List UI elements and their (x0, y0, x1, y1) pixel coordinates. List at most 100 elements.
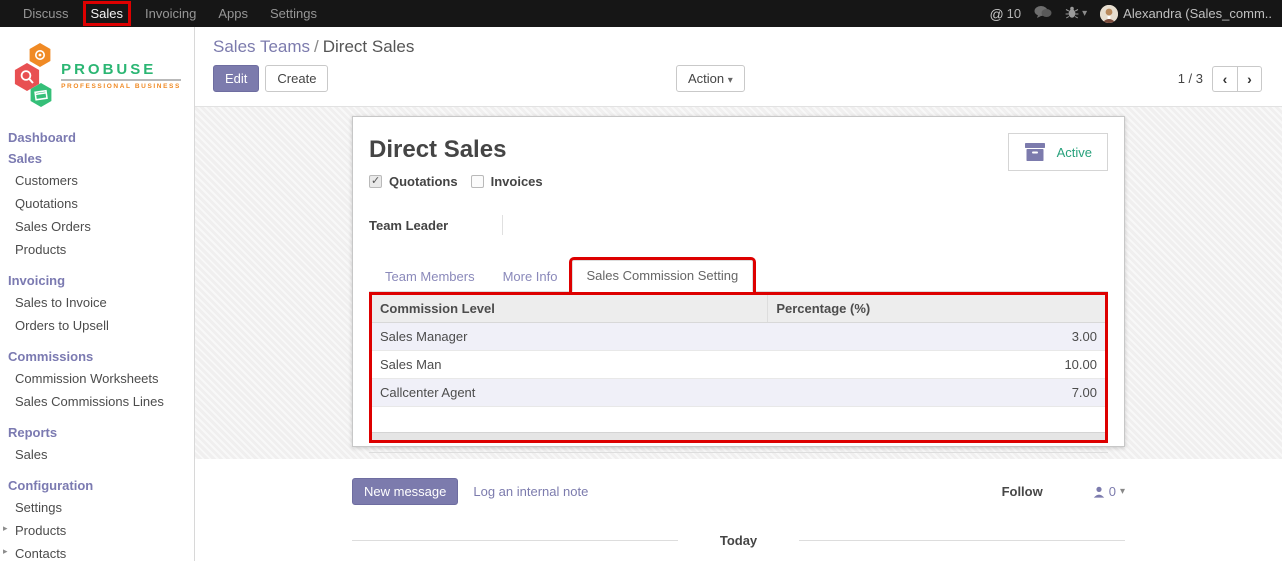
nav-item-settings[interactable]: Settings (259, 0, 328, 27)
tab-team-members[interactable]: Team Members (371, 262, 489, 292)
mention-count: 10 (1007, 6, 1021, 21)
sidebar-item-orders-to-upsell[interactable]: Orders to Upsell (0, 314, 194, 337)
debug-menu-button[interactable]: ▾ (1065, 6, 1087, 22)
chat-icon[interactable] (1034, 5, 1052, 22)
followers-button[interactable]: 0 ▾ (1093, 484, 1125, 499)
logo-title: PROBUSE (61, 61, 181, 81)
empty-cell (768, 407, 1105, 432)
new-message-button[interactable]: New message (352, 478, 458, 505)
sidebar-item-commission-worksheets[interactable]: Commission Worksheets (0, 367, 194, 390)
quotations-checkbox[interactable] (369, 175, 382, 188)
sheet-divider (369, 452, 1108, 453)
pager-next-button[interactable]: › (1237, 66, 1262, 92)
cell-commission-level[interactable]: Sales Man (372, 351, 768, 379)
nav-item-discuss[interactable]: Discuss (12, 0, 80, 27)
user-menu[interactable]: Alexandra (Sales_comm.. (1100, 5, 1272, 23)
record-title: Direct Sales (369, 136, 1108, 164)
sidebar-item-settings[interactable]: Settings (0, 496, 194, 519)
tab-more-info[interactable]: More Info (489, 262, 572, 292)
table-row[interactable]: Sales Manager 3.00 (372, 323, 1105, 351)
column-header-commission-level[interactable]: Commission Level (372, 295, 768, 323)
mentions-button[interactable]: @ 10 (989, 6, 1021, 22)
tab-sales-commission-setting[interactable]: Sales Commission Setting (572, 260, 754, 292)
breadcrumb-current: Direct Sales (323, 37, 415, 56)
annotation-box-table: Commission Level Percentage (%) Sales Ma… (369, 292, 1108, 443)
chevron-down-icon: ▾ (1120, 486, 1125, 497)
control-panel: Sales Teams/Direct Sales Edit Create Act… (195, 27, 1282, 106)
sidebar-item-products[interactable]: Products (0, 238, 194, 261)
notebook-tabs: Team Members More Info Sales Commission … (369, 260, 1108, 292)
create-button[interactable]: Create (265, 65, 328, 92)
sidebar-item-dashboard[interactable]: Dashboard (0, 127, 194, 148)
cell-percentage[interactable]: 10.00 (768, 351, 1105, 379)
bug-icon (1065, 6, 1079, 22)
sidebar: PROBUSE PROFESSIONAL BUSINESS Dashboard … (0, 27, 195, 561)
sidebar-header-reports[interactable]: Reports (0, 422, 194, 443)
sidebar-item-label: Products (15, 523, 66, 538)
form-view-backdrop: Direct Sales Quotations Invoices Active … (195, 106, 1282, 459)
team-leader-field (502, 215, 1108, 235)
cell-commission-level[interactable]: Callcenter Agent (372, 379, 768, 407)
quotations-label: Quotations (389, 174, 458, 189)
sidebar-item-label: Contacts (15, 546, 66, 561)
sidebar-header-configuration[interactable]: Configuration (0, 475, 194, 496)
table-row[interactable]: Sales Man 10.00 (372, 351, 1105, 379)
action-button[interactable]: Action ▾ (676, 65, 745, 92)
breadcrumb-separator: / (310, 37, 323, 56)
sidebar-item-customers[interactable]: Customers (0, 169, 194, 192)
sidebar-item-sales-orders[interactable]: Sales Orders (0, 215, 194, 238)
cell-percentage[interactable]: 3.00 (768, 323, 1105, 351)
mention-icon: @ (989, 6, 1003, 22)
nav-item-invoicing[interactable]: Invoicing (134, 0, 207, 27)
edit-button[interactable]: Edit (213, 65, 259, 92)
chatter-inner: New message Log an internal note Follow … (352, 478, 1125, 548)
followers-count: 0 (1109, 484, 1116, 499)
chatter-toolbar: New message Log an internal note Follow … (352, 478, 1125, 505)
sidebar-item-quotations[interactable]: Quotations (0, 192, 194, 215)
today-divider: Today (352, 533, 1125, 548)
top-nav-menus: Discuss Sales Invoicing Apps Settings (0, 0, 328, 27)
sidebar-item-config-products[interactable]: ▸Products (0, 519, 194, 542)
invoices-label: Invoices (491, 174, 543, 189)
divider-line (352, 540, 678, 541)
empty-cell (372, 407, 768, 432)
probuse-logo: PROBUSE PROFESSIONAL BUSINESS (0, 39, 194, 111)
column-header-percentage[interactable]: Percentage (%) (768, 295, 1105, 323)
pager: 1 / 3 ‹ › (1178, 66, 1262, 92)
chevron-down-icon: ▾ (1082, 8, 1087, 19)
sidebar-item-sales-to-invoice[interactable]: Sales to Invoice (0, 291, 194, 314)
table-empty-row (372, 407, 1105, 432)
checkbox-row: Quotations Invoices (369, 174, 1108, 189)
chevron-right-icon: › (1247, 71, 1252, 87)
pager-buttons: ‹ › (1212, 66, 1262, 92)
invoices-checkbox[interactable] (471, 175, 484, 188)
sidebar-item-contacts[interactable]: ▸Contacts (0, 542, 194, 561)
chevron-down-icon: ▾ (728, 75, 733, 86)
nav-item-sales[interactable]: Sales (83, 1, 132, 26)
form-sheet: Direct Sales Quotations Invoices Active … (352, 116, 1125, 447)
sidebar-item-sales-commissions-lines[interactable]: Sales Commissions Lines (0, 390, 194, 413)
probuse-logo-text: PROBUSE PROFESSIONAL BUSINESS (61, 61, 181, 90)
cell-percentage[interactable]: 7.00 (768, 379, 1105, 407)
active-label: Active (1057, 145, 1092, 160)
breadcrumb-link-sales-teams[interactable]: Sales Teams (213, 37, 310, 56)
sidebar-header-sales[interactable]: Sales (0, 148, 194, 169)
log-internal-note-button[interactable]: Log an internal note (473, 484, 588, 499)
app-container: PROBUSE PROFESSIONAL BUSINESS Dashboard … (0, 27, 1282, 561)
pager-value[interactable]: 1 / 3 (1178, 71, 1203, 86)
sidebar-header-invoicing[interactable]: Invoicing (0, 270, 194, 291)
table-row[interactable]: Callcenter Agent 7.00 (372, 379, 1105, 407)
breadcrumb: Sales Teams/Direct Sales (213, 37, 1262, 57)
control-panel-buttons: Edit Create Action ▾ 1 / 3 ‹ › (213, 65, 1262, 106)
archive-icon (1024, 142, 1046, 162)
commission-table: Commission Level Percentage (%) Sales Ma… (372, 295, 1105, 432)
sidebar-item-reports-sales[interactable]: Sales (0, 443, 194, 466)
sidebar-header-commissions[interactable]: Commissions (0, 346, 194, 367)
follow-button[interactable]: Follow (1002, 484, 1043, 499)
probuse-logo-hexagons (13, 39, 57, 111)
logo-subtitle: PROFESSIONAL BUSINESS (61, 83, 181, 90)
active-toggle-button[interactable]: Active (1008, 133, 1108, 171)
pager-previous-button[interactable]: ‹ (1212, 66, 1237, 92)
cell-commission-level[interactable]: Sales Manager (372, 323, 768, 351)
nav-item-apps[interactable]: Apps (207, 0, 259, 27)
